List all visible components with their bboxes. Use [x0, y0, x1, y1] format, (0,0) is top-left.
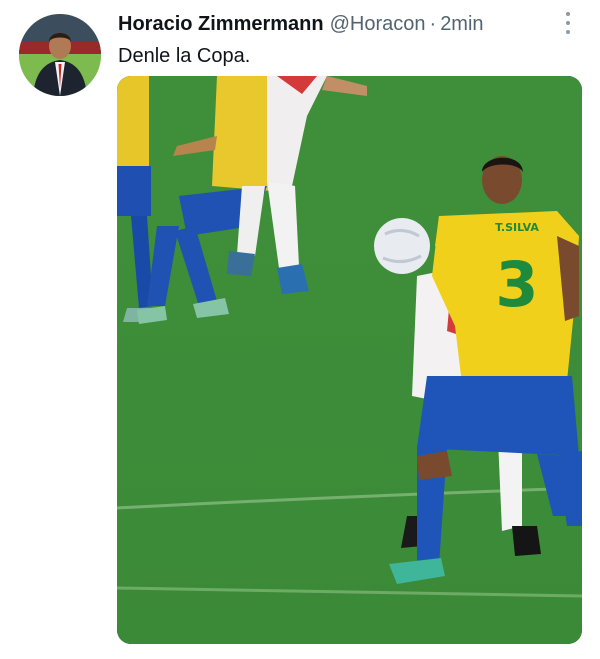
- football-photo: 3 T.SILVA: [117, 76, 582, 644]
- author-handle[interactable]: @Horacon: [330, 10, 426, 38]
- tweet-header: Horacio Zimmermann @Horacon · 2min: [118, 10, 560, 40]
- tweet-media[interactable]: 3 T.SILVA: [117, 76, 582, 644]
- avatar[interactable]: [19, 14, 101, 96]
- shirt-name: T.SILVA: [495, 221, 539, 234]
- tweet-card[interactable]: Horacio Zimmermann @Horacon · 2min Denle…: [0, 0, 600, 659]
- separator-dot: ·: [429, 13, 437, 35]
- shirt-number: 3: [495, 248, 538, 321]
- timestamp[interactable]: 2min: [440, 10, 483, 38]
- more-vertical-icon[interactable]: [558, 12, 578, 34]
- tweet-text: Denle la Copa.: [118, 45, 251, 67]
- author-display-name[interactable]: Horacio Zimmermann: [118, 10, 324, 38]
